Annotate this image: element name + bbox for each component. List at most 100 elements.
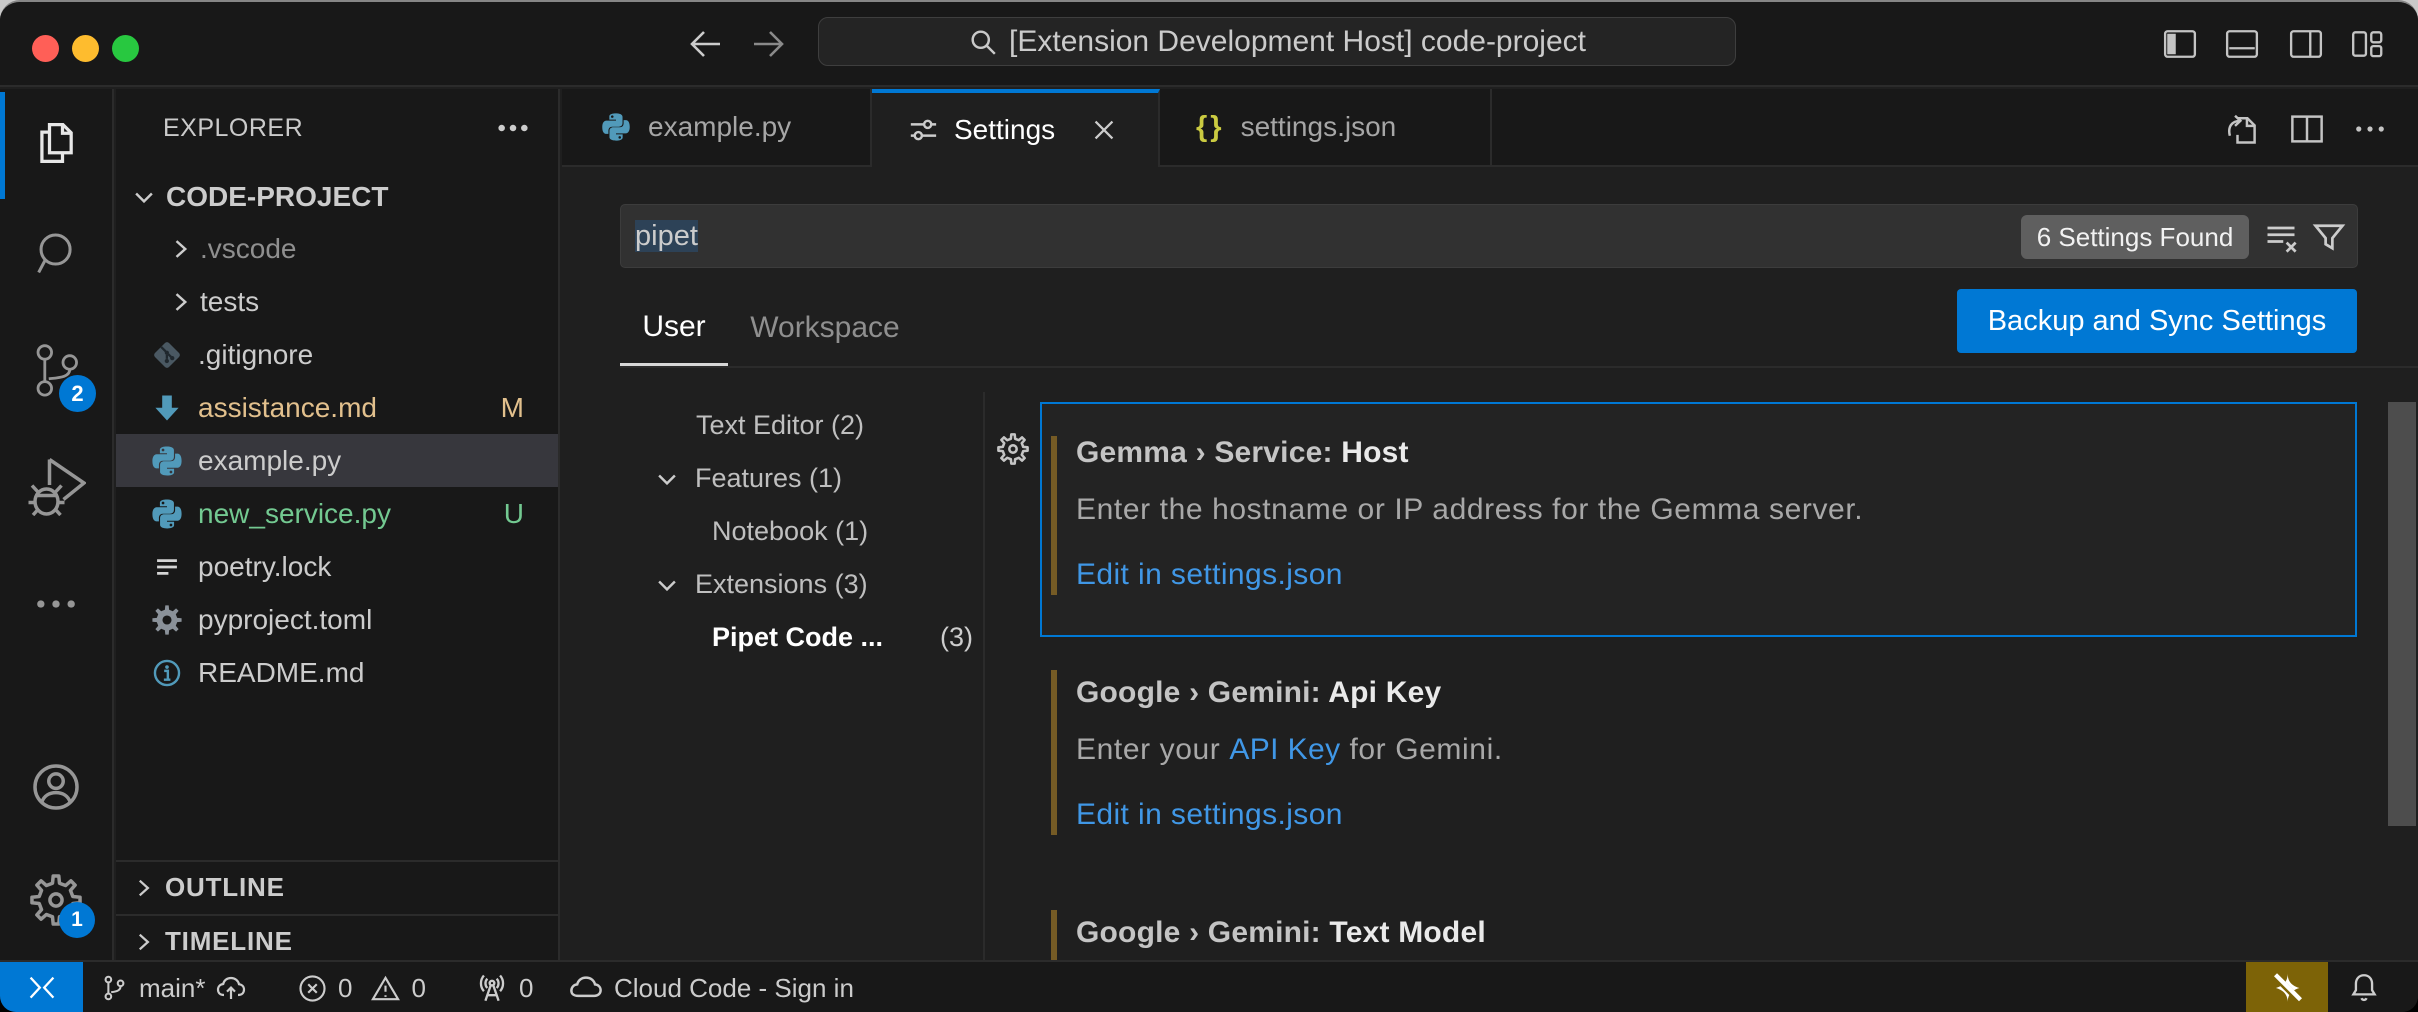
filter-icon[interactable]	[2310, 219, 2348, 255]
toc-item[interactable]: Features (1)	[653, 452, 842, 505]
setting-gear-icon[interactable]	[996, 432, 1030, 466]
explorer-actions-icon[interactable]	[496, 113, 530, 143]
toml-file-icon	[150, 603, 184, 637]
file-icon-wrap	[150, 550, 184, 584]
command-center[interactable]: [Extension Development Host] code-projec…	[818, 17, 1736, 66]
sidebar-section-timeline[interactable]: TIMELINE	[116, 914, 560, 960]
run-debug-icon	[26, 456, 86, 516]
toc-item[interactable]: Pipet Code ...(3)	[712, 611, 883, 664]
branch-label: main*	[139, 973, 205, 1004]
tab-example-py[interactable]: example.py	[562, 89, 872, 167]
error-icon	[297, 973, 328, 1004]
setting-row[interactable]: Google › Gemini: Api KeyEnter your API K…	[1040, 642, 2418, 882]
chevron-wrap	[166, 288, 194, 316]
manage-button[interactable]: 1	[0, 852, 112, 948]
sidebar-item-run-debug[interactable]	[0, 438, 112, 534]
sidebar-item-source-control[interactable]: 2	[0, 321, 112, 417]
setting-row[interactable]: Google › Gemini: Text Model	[1040, 882, 2418, 960]
extension-host-status-item[interactable]	[2246, 962, 2328, 1012]
vscode-window: [Extension Development Host] code-projec…	[0, 0, 2418, 1012]
toc-item[interactable]: Text Editor (2)	[696, 399, 864, 452]
toc-item[interactable]: Notebook (1)	[712, 505, 868, 558]
sidebar-item-explorer[interactable]	[0, 95, 112, 191]
api-key-link[interactable]: API Key	[1229, 733, 1340, 766]
python-file-icon	[150, 497, 184, 531]
forward-arrow-icon[interactable]	[751, 28, 787, 60]
toggle-panel-icon[interactable]	[2225, 27, 2259, 61]
toc-item[interactable]: Extensions (3)	[653, 558, 868, 611]
tab-user[interactable]: User	[620, 298, 728, 366]
toc-label: Extensions (3)	[695, 569, 868, 600]
chevron-wrap	[653, 465, 681, 493]
problems-status-item[interactable]: 0 0	[297, 962, 426, 1012]
split-editor-icon[interactable]	[2289, 111, 2325, 147]
minimize-window-button[interactable]	[72, 35, 99, 62]
tab-settings-json[interactable]: {} settings.json	[1160, 89, 1492, 167]
tree-item-pyproject.toml[interactable]: pyproject.toml	[116, 593, 560, 646]
remote-indicator[interactable]	[0, 962, 83, 1012]
workspace-tab-label: Workspace	[750, 311, 900, 345]
tree-item-.gitignore[interactable]: .gitignore	[116, 328, 560, 381]
tab-settings[interactable]: Settings	[872, 89, 1160, 167]
settings-count-badge: 6 Settings Found	[2021, 215, 2249, 259]
tree-item-new_service.py[interactable]: new_service.pyU	[116, 487, 560, 540]
branch-status-item[interactable]: main*	[99, 962, 247, 1012]
tab-label: example.py	[648, 111, 791, 143]
error-count: 0	[338, 973, 352, 1004]
setting-name: Api Key	[1328, 676, 1441, 709]
setting-title: Google › Gemini: Api Key	[1076, 676, 1441, 710]
toc-label: Text Editor (2)	[696, 410, 864, 441]
customize-layout-icon[interactable]	[2350, 27, 2384, 61]
chevron-right-icon	[166, 235, 194, 263]
scrollbar-thumb[interactable]	[2388, 402, 2416, 826]
close-icon[interactable]	[1089, 115, 1119, 145]
tab-label: settings.json	[1241, 111, 1397, 143]
gear-badge: 1	[59, 902, 95, 938]
tree-root-folder[interactable]: CODE-PROJECT	[116, 170, 560, 223]
ports-status-item[interactable]: 0	[475, 962, 533, 1012]
settings-sliders-icon	[908, 115, 938, 145]
sidebar-section-outline[interactable]: OUTLINE	[116, 860, 560, 913]
file-label: example.py	[198, 445, 341, 477]
chevron-down-icon	[130, 183, 158, 211]
editor-more-actions-icon[interactable]	[2352, 111, 2388, 147]
backup-sync-button[interactable]: Backup and Sync Settings	[1957, 289, 2357, 353]
sidebar-item-more[interactable]	[0, 556, 112, 652]
python-tab-icon	[600, 111, 632, 143]
toggle-secondary-sidebar-icon[interactable]	[2289, 27, 2323, 61]
file-icon-wrap	[150, 497, 184, 531]
sidebar-item-search[interactable]	[0, 208, 112, 304]
account-icon	[28, 759, 84, 815]
open-settings-json-icon[interactable]	[2224, 111, 2260, 147]
setting-row[interactable]: Gemma › Service: HostEnter the hostname …	[1040, 402, 2418, 642]
tree-item-.vscode[interactable]: .vscode	[116, 222, 560, 275]
back-arrow-icon[interactable]	[687, 28, 723, 60]
toc-sash[interactable]	[983, 392, 985, 960]
tree-item-poetry.lock[interactable]: poetry.lock	[116, 540, 560, 593]
edit-in-settings-json-link[interactable]: Edit in settings.json	[1076, 558, 1343, 592]
title-bar: [Extension Development Host] code-projec…	[0, 2, 2418, 87]
clear-search-icon[interactable]	[2262, 219, 2300, 255]
zoom-window-button[interactable]	[112, 35, 139, 62]
tree-item-README.md[interactable]: README.md	[116, 646, 560, 699]
tab-strip: example.py Settings {} settings.json	[562, 89, 2418, 167]
chevron-wrap	[653, 571, 681, 599]
tree-item-assistance.md[interactable]: assistance.mdM	[116, 381, 560, 434]
modified-indicator	[1051, 436, 1057, 595]
window-title: [Extension Development Host] code-projec…	[1009, 25, 1586, 59]
setting-category: Google › Gemini:	[1076, 676, 1328, 709]
account-button[interactable]	[0, 739, 112, 835]
chevron-down-icon	[653, 571, 681, 599]
file-icon-wrap	[150, 391, 184, 425]
close-window-button[interactable]	[32, 35, 59, 62]
tab-workspace[interactable]: Workspace	[744, 298, 906, 366]
edit-in-settings-json-link[interactable]: Edit in settings.json	[1076, 798, 1343, 832]
tree-item-example.py[interactable]: example.py	[116, 434, 560, 487]
notifications-status-item[interactable]	[2347, 962, 2381, 1012]
warning-count: 0	[411, 973, 425, 1004]
root-folder-label: CODE-PROJECT	[166, 181, 388, 213]
tree-item-tests[interactable]: tests	[116, 275, 560, 328]
cloud-code-status-item[interactable]: Cloud Code - Sign in	[568, 962, 854, 1012]
setting-name: Host	[1341, 436, 1408, 469]
toggle-primary-sidebar-icon[interactable]	[2163, 27, 2197, 61]
